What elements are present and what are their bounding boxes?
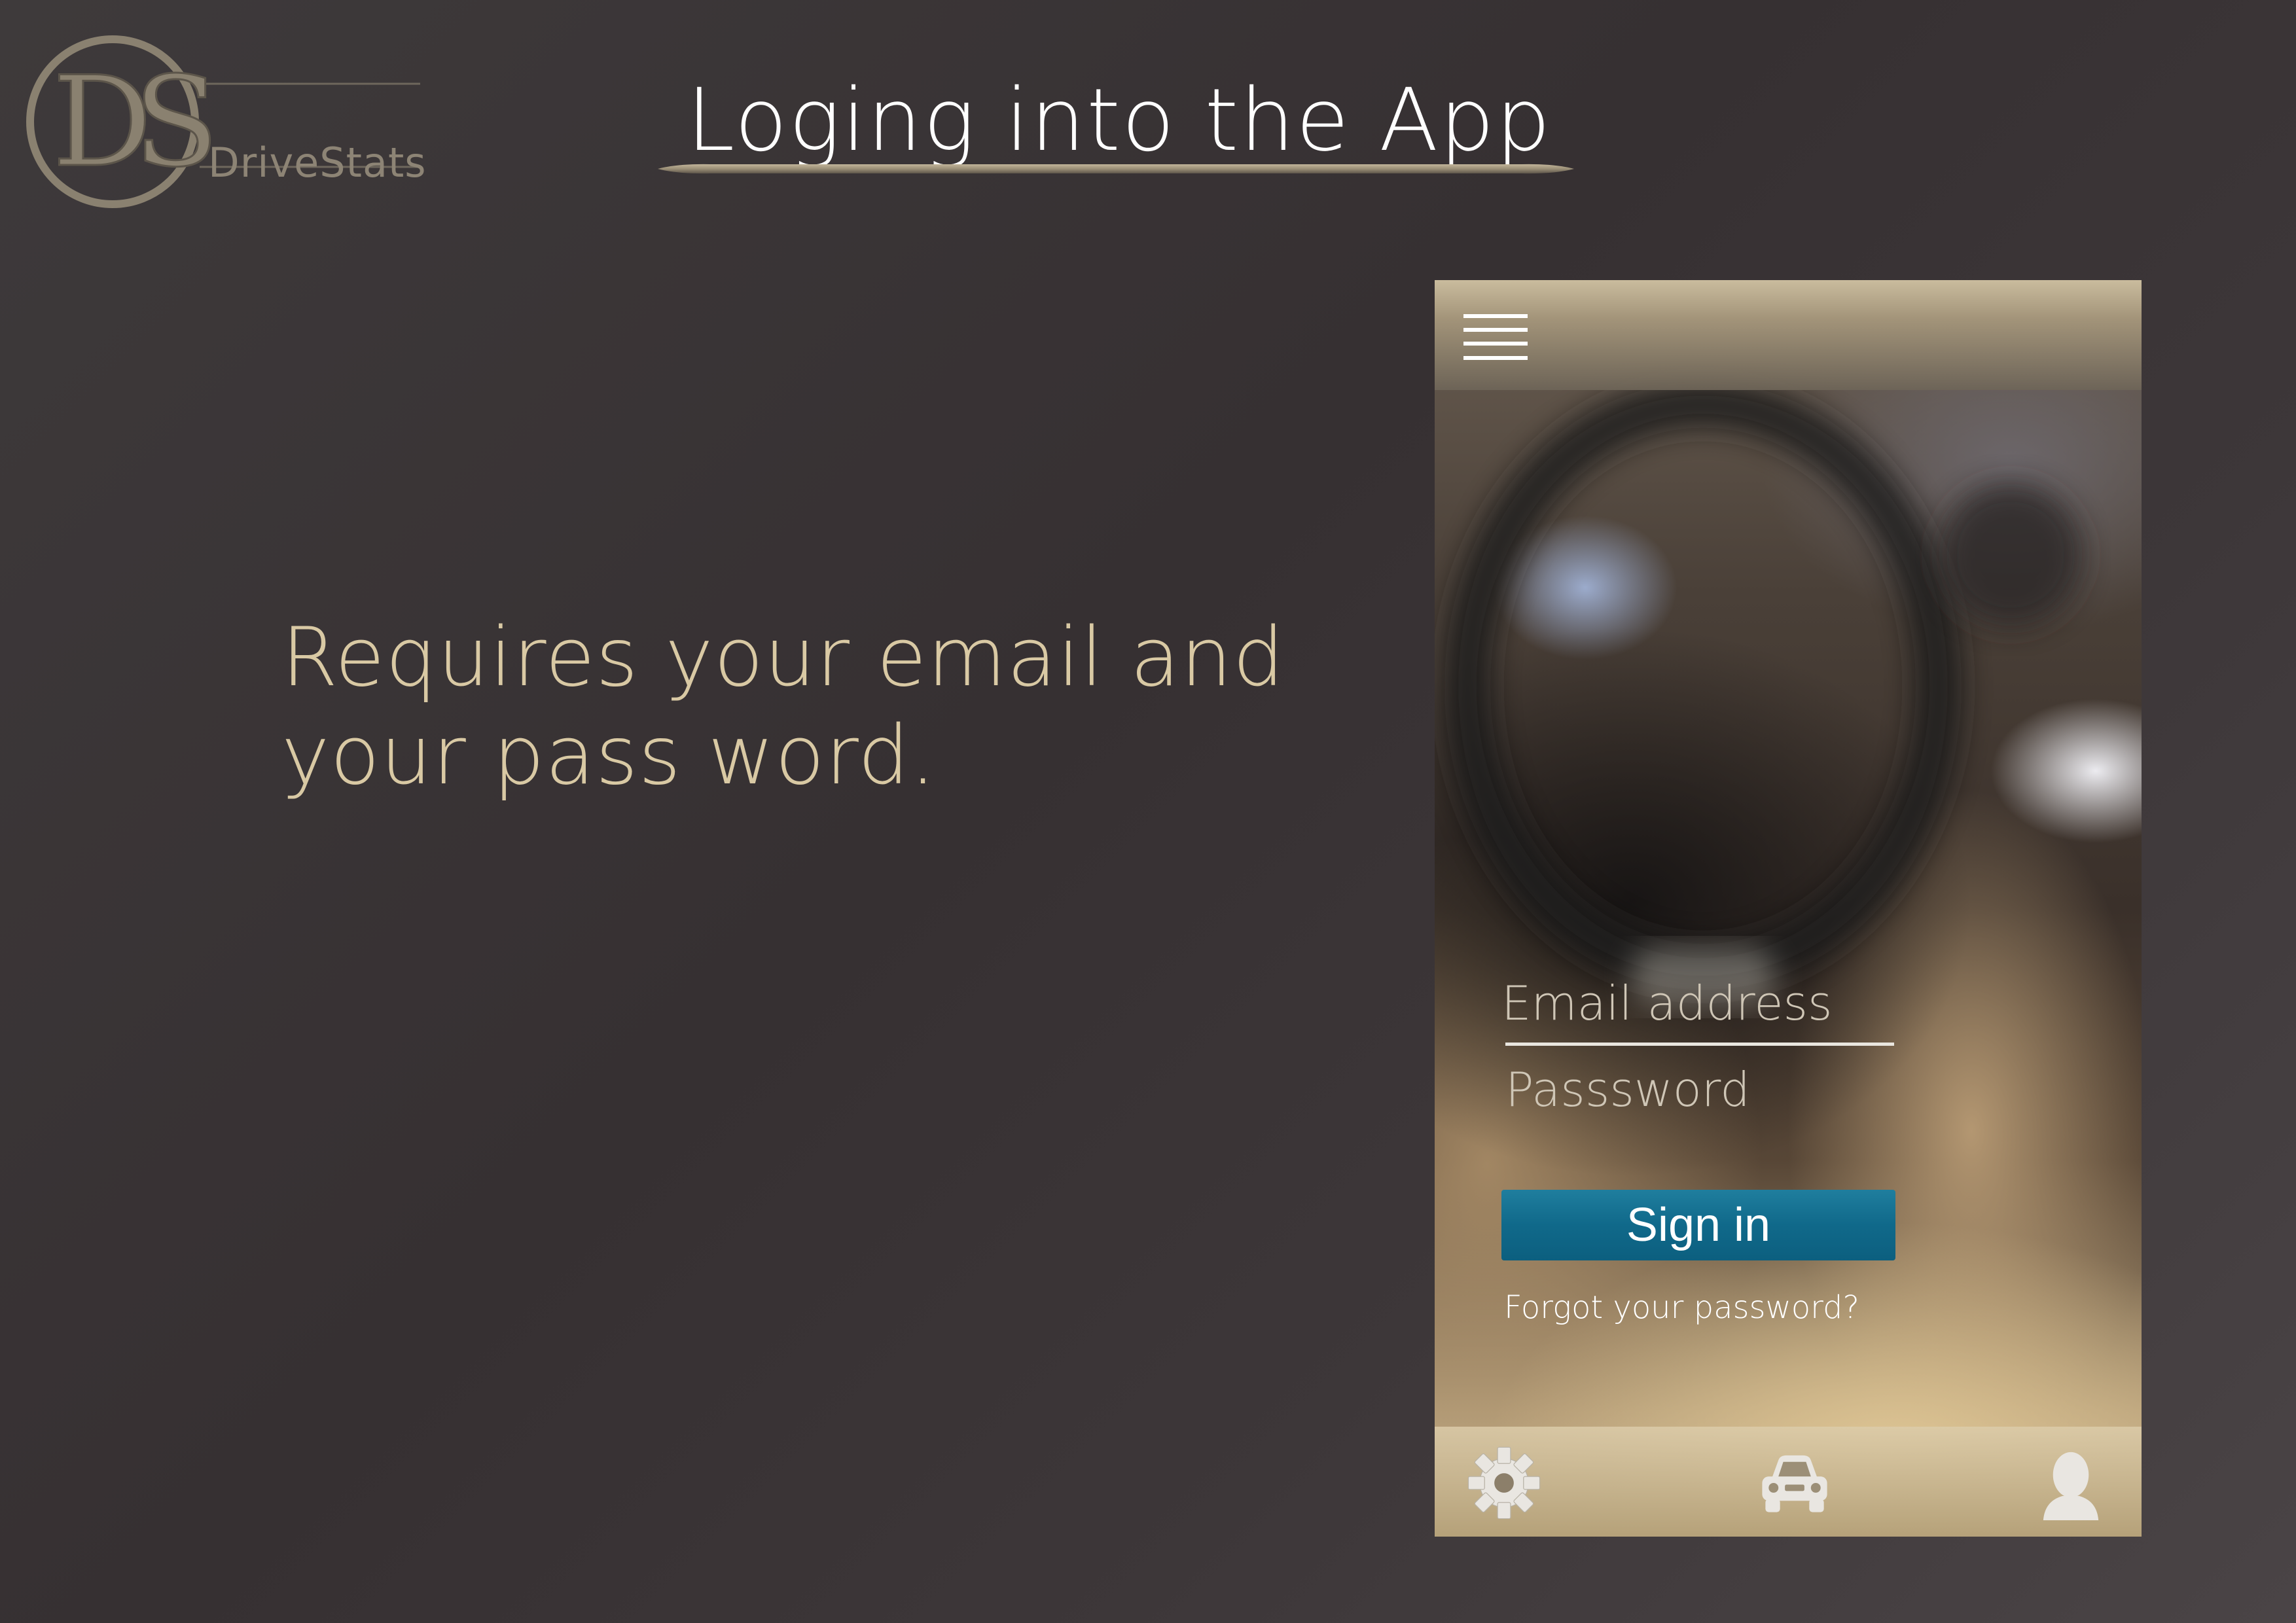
car-interior-background bbox=[1435, 280, 2142, 1537]
svg-text:DS: DS bbox=[52, 50, 210, 194]
page-title: Loging into the App bbox=[687, 70, 1552, 171]
title-underline bbox=[658, 164, 1574, 174]
email-underline bbox=[1505, 1043, 1894, 1046]
car-icon[interactable] bbox=[1754, 1442, 1835, 1524]
drivestats-logo: DS DriveStats bbox=[26, 34, 432, 217]
user-icon[interactable] bbox=[2030, 1442, 2111, 1524]
gear-icon[interactable] bbox=[1463, 1442, 1545, 1524]
steering-wheel-shape bbox=[1444, 382, 2083, 1007]
phone-screen: Sign in Forgot your password? bbox=[1435, 280, 2142, 1537]
sign-in-button[interactable]: Sign in bbox=[1501, 1190, 1895, 1260]
ds-monogram-icon: DS bbox=[26, 35, 420, 208]
brand-name: DriveStats bbox=[208, 139, 427, 187]
password-field[interactable] bbox=[1505, 1057, 1894, 1122]
app-header bbox=[1435, 280, 2142, 390]
hamburger-menu-icon[interactable] bbox=[1463, 314, 1528, 360]
description-text: Requires your email and your pass word. bbox=[281, 611, 1285, 803]
email-field[interactable] bbox=[1501, 971, 1894, 1036]
forgot-password-link[interactable]: Forgot your password? bbox=[1504, 1289, 1859, 1326]
